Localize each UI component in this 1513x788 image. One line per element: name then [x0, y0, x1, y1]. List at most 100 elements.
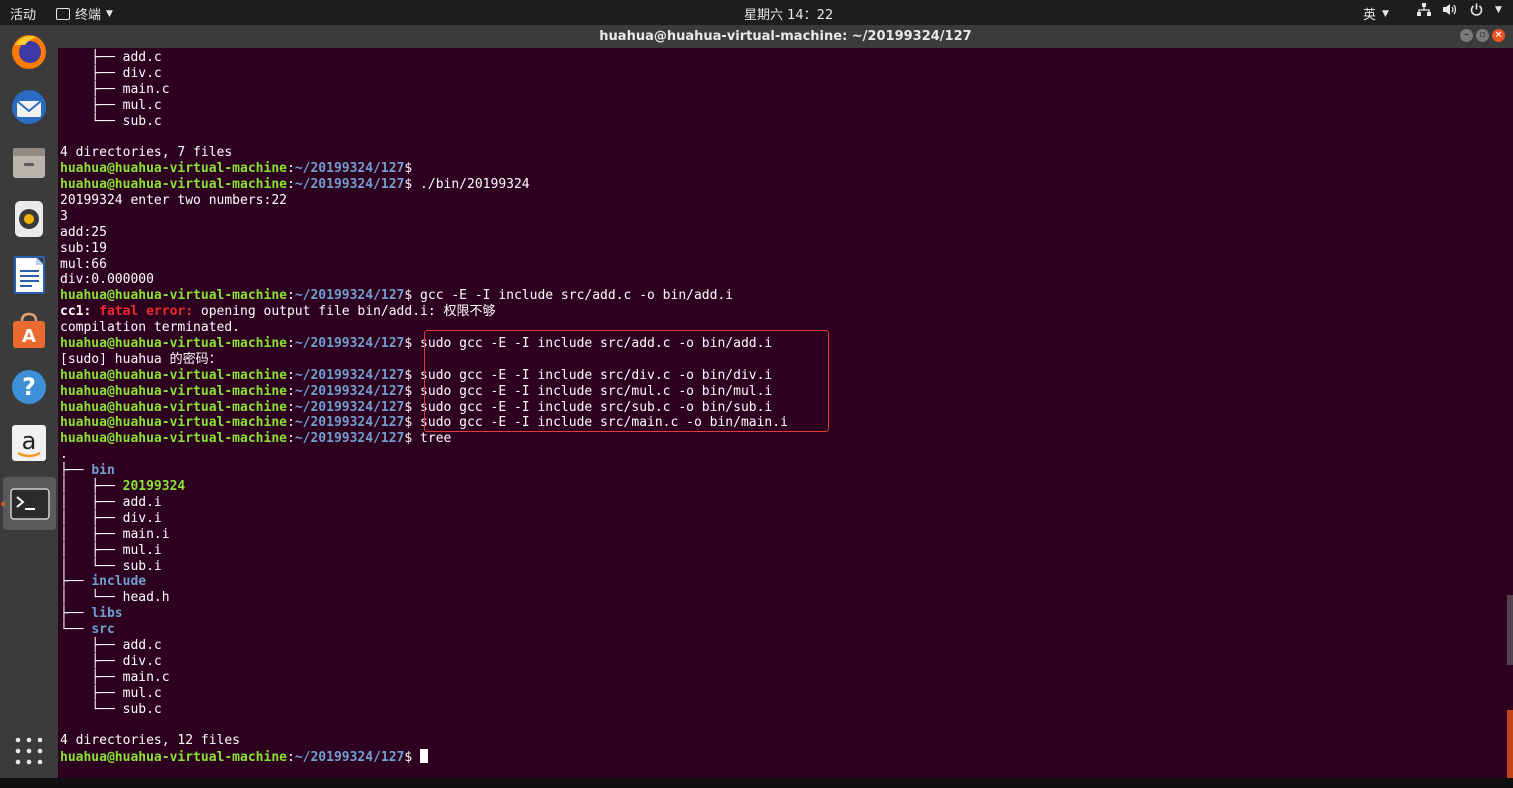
tree-file: div.i — [122, 510, 162, 526]
rhythmbox-icon[interactable] — [9, 199, 49, 239]
power-icon — [1470, 3, 1483, 16]
minimize-button[interactable]: – — [1460, 29, 1473, 42]
tree-directory: src — [91, 622, 115, 638]
terminal-line: │ └── head.h — [60, 590, 788, 606]
prompt-separator: : — [286, 177, 295, 193]
terminal-line: │ ├── main.i — [60, 527, 788, 543]
window-titlebar[interactable]: huahua@huahua-virtual-machine: ~/2019932… — [58, 25, 1513, 48]
output-text: 20199324 enter two numbers:22 — [60, 193, 287, 209]
close-button[interactable]: × — [1492, 29, 1505, 42]
command-text: gcc -E -I include src/add.c -o bin/add.i — [420, 288, 734, 304]
help-icon[interactable]: ? — [9, 367, 49, 407]
thunderbird-icon[interactable] — [9, 87, 49, 127]
terminal-line: └── sub.c — [60, 702, 788, 718]
terminal-line: └── sub.c — [60, 114, 788, 130]
output-text: 4 directories, 7 files — [60, 145, 233, 161]
prompt-symbol: $ — [404, 750, 421, 766]
tree-branch: ├── — [60, 653, 123, 669]
terminal-line: ├── include — [60, 574, 788, 590]
window-title: huahua@huahua-virtual-machine: ~/2019932… — [599, 29, 972, 44]
terminal-line: └── src — [60, 622, 788, 638]
command-text: tree — [420, 431, 452, 447]
output-text: mul:66 — [60, 256, 107, 272]
terminal-line: huahua@huahua-virtual-machine:~/20199324… — [60, 177, 788, 193]
terminal-line: │ └── sub.i — [60, 559, 788, 575]
amazon-icon[interactable]: a — [9, 423, 49, 463]
tree-executable: 20199324 — [122, 479, 186, 495]
error-message: opening output file bin/add.i: 权限不够 — [200, 304, 496, 320]
clock[interactable]: 星期六 14：22 — [744, 4, 833, 23]
terminal-line: │ ├── add.i — [60, 495, 788, 511]
tree-branch: └── — [60, 622, 92, 638]
output-text: 3 — [60, 208, 68, 224]
maximize-button[interactable]: ▫ — [1476, 29, 1489, 42]
writer-icon[interactable] — [9, 255, 49, 295]
tree-file: head.h — [122, 590, 170, 606]
tree-branch: └── — [60, 701, 123, 717]
firefox-icon[interactable] — [9, 31, 49, 71]
svg-text:a: a — [22, 427, 37, 455]
tree-branch: │ ├── — [60, 526, 123, 542]
tree-branch: ├── — [60, 463, 92, 479]
prompt-path: ~/20199324/127 — [294, 431, 405, 447]
output-text: div:0.000000 — [60, 272, 154, 288]
prompt-symbol: $ — [404, 177, 421, 193]
terminal-dock-item[interactable] — [3, 477, 56, 530]
files-icon[interactable] — [9, 143, 49, 183]
tree-branch: │ ├── — [60, 494, 123, 510]
software-icon[interactable]: A — [9, 311, 49, 351]
tree-file: div.c — [122, 653, 162, 669]
running-indicator — [1, 502, 5, 506]
system-menu[interactable]: ▼ — [1417, 3, 1502, 16]
scrollbar-thumb[interactable] — [1507, 710, 1513, 778]
prompt-path: ~/20199324/127 — [294, 399, 405, 415]
tree-file: mul.i — [122, 542, 162, 558]
prompt-symbol: $ — [404, 288, 421, 304]
prompt-path: ~/20199324/127 — [294, 288, 405, 304]
network-icon — [1417, 3, 1431, 16]
tree-directory: include — [91, 574, 147, 590]
terminal-line: ├── div.c — [60, 66, 788, 82]
terminal-line: mul:66 — [60, 257, 788, 273]
text-cursor — [420, 749, 429, 764]
tree-branch: │ ├── — [60, 479, 123, 495]
prompt-separator: : — [286, 431, 295, 447]
input-method-label: 英 — [1363, 8, 1377, 23]
app-menu[interactable]: 终端 ▼ — [56, 4, 113, 23]
scrollbar[interactable] — [1507, 595, 1513, 665]
terminal-line: huahua@huahua-virtual-machine:~/20199324… — [60, 431, 788, 447]
terminal-line: ├── div.c — [60, 654, 788, 670]
prompt-symbol: $ — [404, 161, 421, 177]
prompt-user: huahua@huahua-virtual-machine — [60, 383, 287, 399]
prompt-user: huahua@huahua-virtual-machine — [60, 431, 287, 447]
input-method-menu[interactable]: 英 ▼ — [1363, 4, 1389, 23]
terminal-line: div:0.000000 — [60, 272, 788, 288]
prompt-user: huahua@huahua-virtual-machine — [60, 399, 287, 415]
prompt-path: ~/20199324/127 — [294, 415, 405, 431]
app-menu-label: 终端 — [75, 8, 102, 23]
terminal-line: 3 — [60, 209, 788, 225]
prompt-symbol: $ — [404, 415, 421, 431]
terminal-line: huahua@huahua-virtual-machine:~/20199324… — [60, 288, 788, 304]
tree-branch: ├── — [60, 669, 123, 685]
prompt-path: ~/20199324/127 — [294, 161, 405, 177]
tree-branch: ├── — [60, 685, 123, 701]
tree-file: mul.c — [122, 97, 162, 113]
terminal-line: ├── libs — [60, 606, 788, 622]
prompt-separator: : — [286, 399, 295, 415]
output-text: . — [60, 447, 68, 463]
command-text: ./bin/20199324 — [420, 177, 530, 193]
activities-button[interactable]: 活动 — [10, 4, 36, 23]
tree-branch: │ └── — [60, 590, 123, 606]
prompt-user: huahua@huahua-virtual-machine — [60, 750, 287, 766]
terminal-line: ├── main.c — [60, 670, 788, 686]
prompt-path: ~/20199324/127 — [294, 383, 405, 399]
tree-file: main.c — [122, 669, 170, 685]
prompt-user: huahua@huahua-virtual-machine — [60, 336, 287, 352]
chevron-down-icon: ▼ — [1495, 4, 1502, 15]
prompt-path: ~/20199324/127 — [294, 177, 405, 193]
tree-branch: ├── — [60, 50, 123, 65]
show-apps-icon[interactable] — [9, 731, 49, 771]
